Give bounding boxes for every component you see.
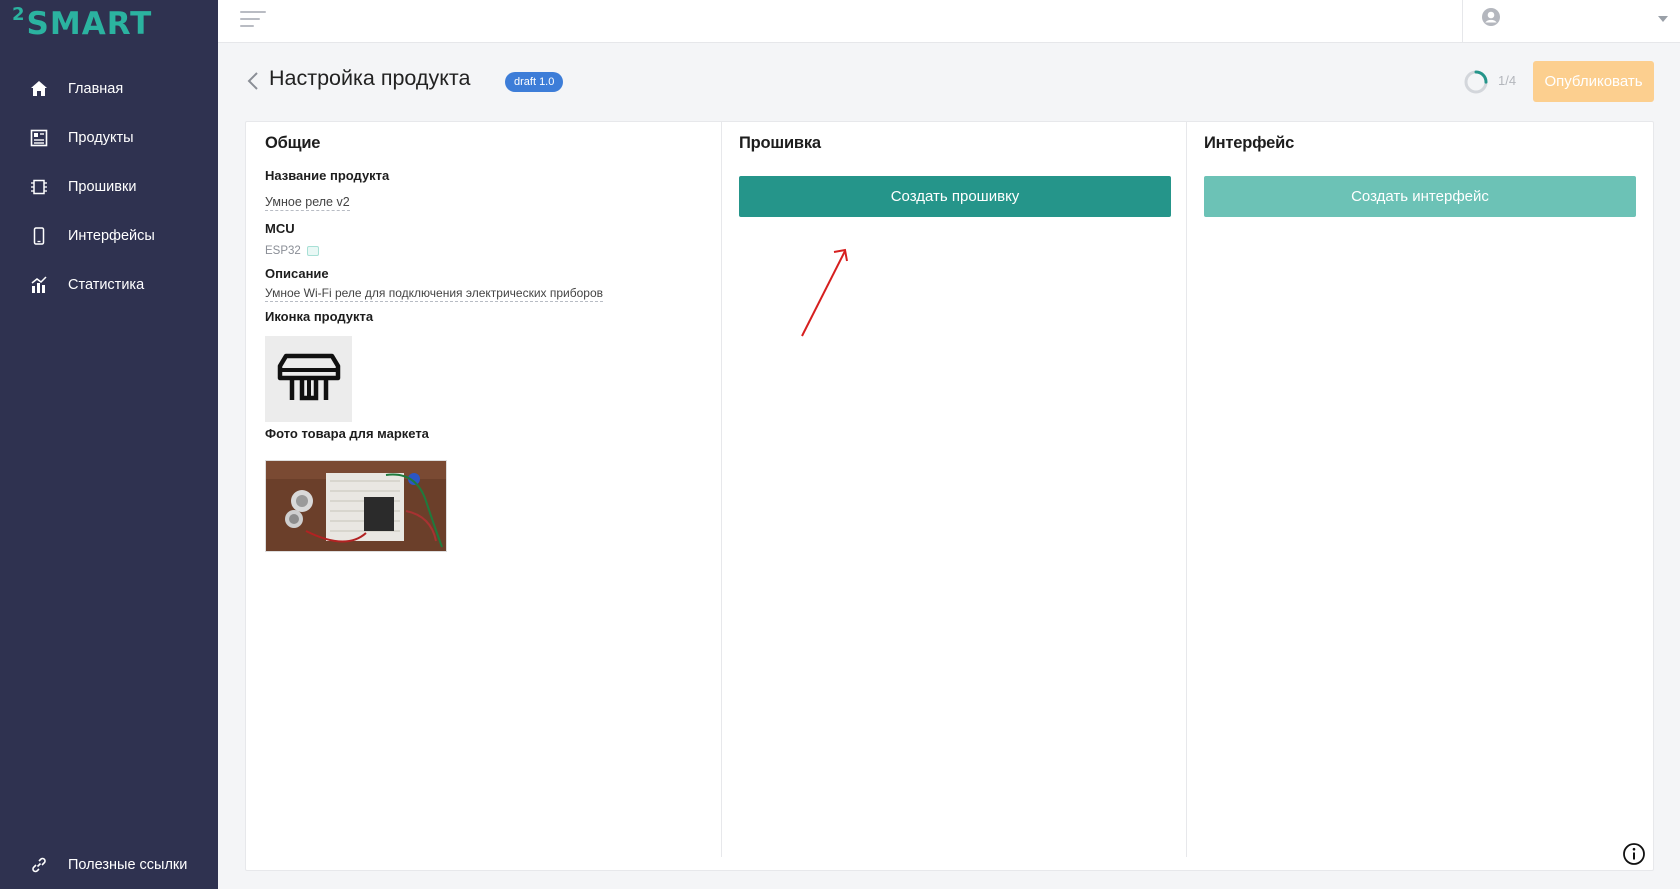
link-icon	[28, 854, 50, 876]
page-title: Настройка продукта	[269, 66, 471, 90]
user-circle-icon	[1481, 7, 1501, 32]
product-name-label: Название продукта	[265, 168, 390, 183]
product-photo[interactable]	[265, 460, 447, 552]
sidebar-item-statistics[interactable]: Статистика	[0, 260, 218, 309]
general-column: Общие Название продукта Умное реле v2 MC…	[246, 122, 722, 857]
logo-superscript: 2	[12, 4, 26, 25]
sidebar-item-home[interactable]: Главная	[0, 64, 218, 113]
mcu-label: MCU	[265, 221, 295, 236]
top-bar	[218, 0, 1680, 43]
interface-title: Интерфейс	[1204, 134, 1295, 152]
interface-column: Интерфейс Создать интерфейс	[1187, 122, 1653, 857]
photo-label: Фото товара для маркета	[265, 426, 429, 441]
publish-button[interactable]: Опубликовать	[1533, 61, 1654, 102]
products-icon	[28, 127, 50, 149]
sidebar: 2 SMART Главная Продукты Прошивки Интерф…	[0, 0, 218, 889]
status-badge: draft 1.0	[505, 72, 564, 92]
sidebar-item-firmwares[interactable]: Прошивки	[0, 162, 218, 211]
home-icon	[28, 78, 50, 100]
board-icon	[306, 246, 319, 256]
product-icon-preview[interactable]	[265, 336, 352, 422]
logo-word: SMART	[26, 6, 153, 42]
sidebar-item-label: Статистика	[68, 276, 145, 293]
sidebar-item-useful-links[interactable]: Полезные ссылки	[0, 840, 218, 889]
hamburger-icon[interactable]	[240, 11, 266, 31]
product-settings-card: Общие Название продукта Умное реле v2 MC…	[245, 121, 1654, 871]
sidebar-item-label: Интерфейсы	[68, 227, 155, 244]
sidebar-bottom: Полезные ссылки	[0, 840, 218, 889]
description-label: Описание	[265, 266, 329, 281]
back-button[interactable]	[246, 70, 262, 92]
info-icon[interactable]	[1622, 842, 1646, 866]
progress-counter: 1/4	[1498, 73, 1517, 88]
general-title: Общие	[265, 134, 321, 152]
progress-ring	[1464, 70, 1488, 94]
logo[interactable]: 2 SMART	[12, 6, 152, 46]
sidebar-item-label: Прошивки	[68, 178, 137, 195]
sidebar-item-products[interactable]: Продукты	[0, 113, 218, 162]
sidebar-item-label: Продукты	[68, 129, 134, 146]
stats-icon	[28, 274, 50, 296]
create-interface-button[interactable]: Создать интерфейс	[1204, 176, 1636, 217]
mcu-value-row: ESP32	[265, 245, 319, 257]
icon-label: Иконка продукта	[265, 309, 374, 324]
sidebar-item-interfaces[interactable]: Интерфейсы	[0, 211, 218, 260]
sidebar-item-label: Полезные ссылки	[68, 856, 188, 873]
chip-icon	[28, 176, 50, 198]
chevron-down-icon	[1658, 16, 1668, 22]
firmware-title: Прошивка	[739, 134, 821, 152]
create-firmware-button[interactable]: Создать прошивку	[739, 176, 1171, 217]
relay-icon	[277, 353, 340, 401]
chevron-left-icon	[247, 72, 258, 90]
firmware-column: Прошивка Создать прошивку	[722, 122, 1187, 857]
sidebar-nav: Главная Продукты Прошивки Интерфейсы Ста…	[0, 64, 218, 309]
phone-icon	[28, 225, 50, 247]
mcu-value: ESP32	[265, 245, 301, 257]
product-name-value[interactable]: Умное реле v2	[265, 195, 350, 211]
user-menu[interactable]	[1462, 0, 1680, 43]
annotation-arrow	[801, 248, 848, 337]
description-value[interactable]: Умное Wi-Fi реле для подключения электри…	[265, 286, 604, 302]
sidebar-item-label: Главная	[68, 80, 124, 97]
